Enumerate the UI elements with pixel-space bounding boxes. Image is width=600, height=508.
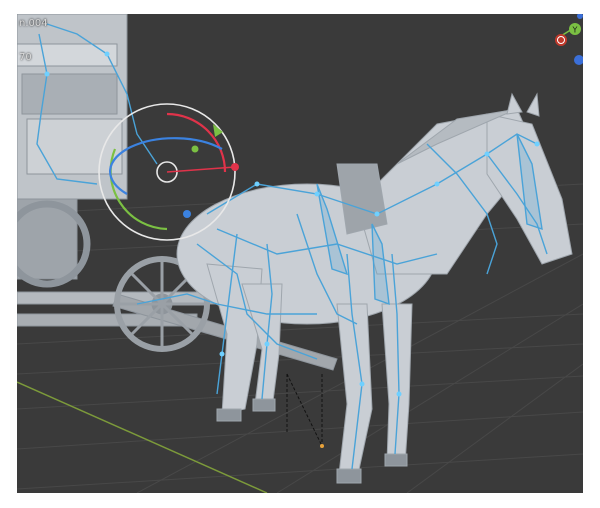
gizmo-z-handle bbox=[183, 210, 191, 218]
z-top-icon bbox=[577, 14, 583, 19]
x-axis-icon bbox=[555, 34, 567, 46]
3d-viewport[interactable]: n.004 70 Y bbox=[17, 14, 583, 493]
y-axis-label: Y bbox=[572, 26, 578, 35]
object-name-label: n.004 bbox=[19, 18, 48, 29]
gizmo-y-handle bbox=[191, 145, 199, 153]
scene-canvas[interactable] bbox=[17, 14, 583, 493]
gizmo-x-arc bbox=[166, 112, 227, 173]
z-axis-icon bbox=[574, 55, 583, 65]
overlay-value-label: 70 bbox=[19, 52, 32, 63]
gizmo-x-handle bbox=[231, 163, 239, 171]
origin-point bbox=[320, 444, 324, 448]
navigation-axis-gizmo[interactable]: Y bbox=[553, 14, 583, 74]
